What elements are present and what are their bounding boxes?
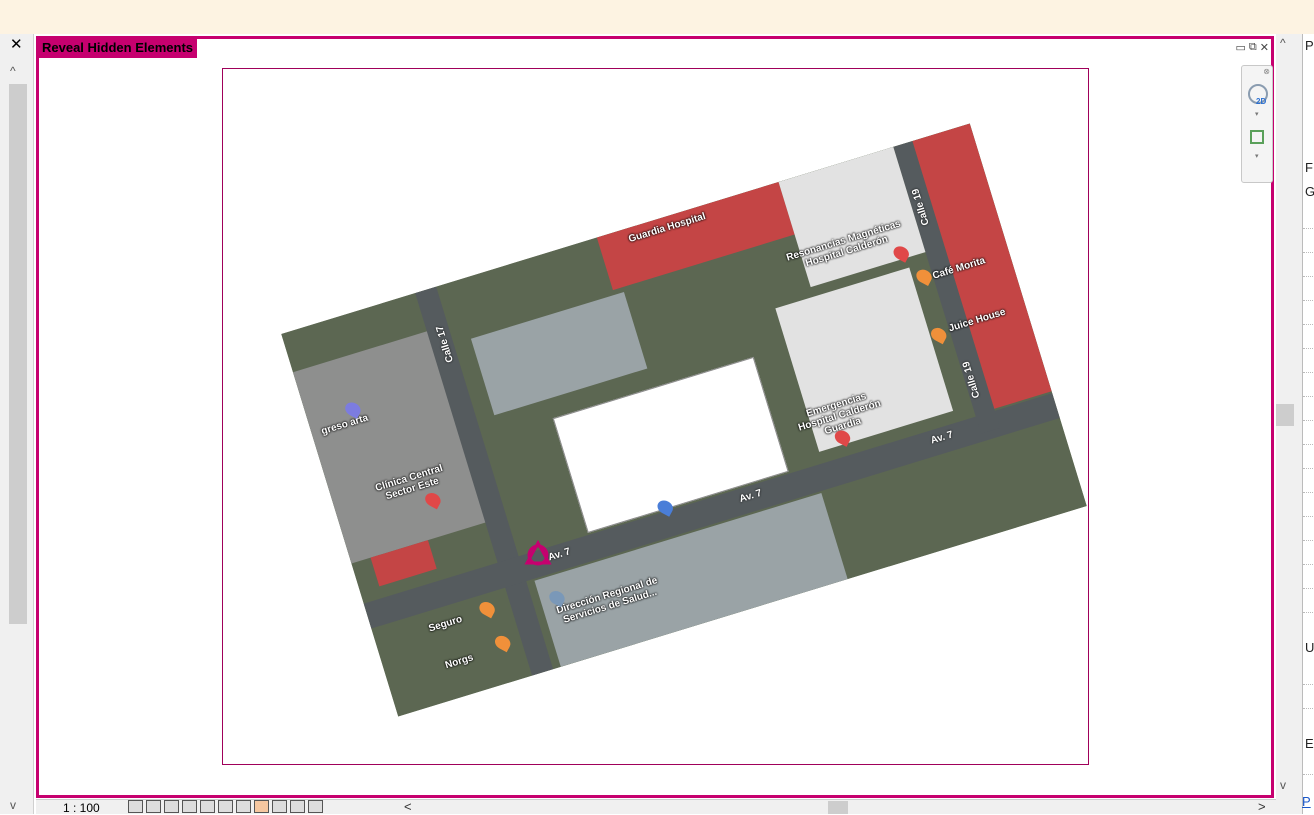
scroll-down-arrow[interactable]: v xyxy=(1280,778,1286,792)
navigation-bar: ⊗ 2D ▾ ▾ xyxy=(1241,65,1273,183)
properties-list: P F G U E xyxy=(1302,34,1314,814)
project-browser-panel: ✕ ^ v xyxy=(0,34,34,814)
view-window-controls: ▭ ⧉ ✕ xyxy=(1236,41,1269,54)
shadows-icon[interactable] xyxy=(182,800,197,813)
horizontal-scrollbar-thumb[interactable] xyxy=(828,801,848,814)
scroll-up-arrow[interactable]: ^ xyxy=(10,64,16,78)
unlock-3d-view-icon[interactable] xyxy=(236,800,251,813)
close-icon[interactable]: ✕ xyxy=(10,36,23,54)
property-row-label: F xyxy=(1305,160,1313,175)
scrollbar-thumb[interactable] xyxy=(1276,404,1294,426)
survey-point-icon[interactable] xyxy=(523,539,553,569)
zoom-region-icon[interactable] xyxy=(1250,130,1264,144)
temporary-hide-icon[interactable] xyxy=(254,800,269,813)
restore-icon[interactable]: ⧉ xyxy=(1249,41,1257,54)
minimize-icon[interactable]: ▭ xyxy=(1236,41,1246,54)
reveal-hidden-elements-icon[interactable] xyxy=(272,800,287,813)
scroll-left-arrow[interactable]: < xyxy=(404,799,412,814)
nav-bar-close-icon[interactable]: ⊗ xyxy=(1263,67,1270,76)
view-control-bar: 1 : 100 < > xyxy=(36,799,1276,815)
reveal-hidden-elements-banner: Reveal Hidden Elements xyxy=(39,39,197,58)
property-row-label: U xyxy=(1305,640,1314,655)
worksharing-display-icon[interactable] xyxy=(290,800,305,813)
drawing-view[interactable]: Reveal Hidden Elements ▭ ⧉ ✕ ⊗ 2D ▾ ▾ Ca… xyxy=(36,36,1274,798)
ribbon-strip xyxy=(0,0,1314,34)
property-row-label: G xyxy=(1305,184,1314,199)
wheel-2d-badge: 2D xyxy=(1256,97,1267,106)
property-row-label: E xyxy=(1305,736,1314,751)
view-control-icons xyxy=(128,800,323,813)
property-row-label: P xyxy=(1305,38,1314,53)
sun-path-icon[interactable] xyxy=(164,800,179,813)
scroll-up-arrow[interactable]: ^ xyxy=(1280,36,1286,50)
scroll-down-arrow[interactable]: v xyxy=(10,798,16,812)
crop-view-icon[interactable] xyxy=(200,800,215,813)
wheel-dropdown-icon[interactable]: ▾ xyxy=(1255,110,1259,118)
close-view-icon[interactable]: ✕ xyxy=(1260,41,1269,54)
scrollbar-thumb[interactable] xyxy=(9,84,27,624)
analytical-model-icon[interactable] xyxy=(308,800,323,813)
show-crop-region-icon[interactable] xyxy=(218,800,233,813)
zoom-dropdown-icon[interactable]: ▾ xyxy=(1255,152,1259,160)
detail-level-icon[interactable] xyxy=(128,800,143,813)
properties-help-link[interactable]: P xyxy=(1302,794,1311,809)
view-scale[interactable]: 1 : 100 xyxy=(63,801,100,815)
visual-style-icon[interactable] xyxy=(146,800,161,813)
scroll-right-arrow[interactable]: > xyxy=(1258,799,1266,814)
properties-panel: ^ v P F G U E xyxy=(1276,34,1314,814)
